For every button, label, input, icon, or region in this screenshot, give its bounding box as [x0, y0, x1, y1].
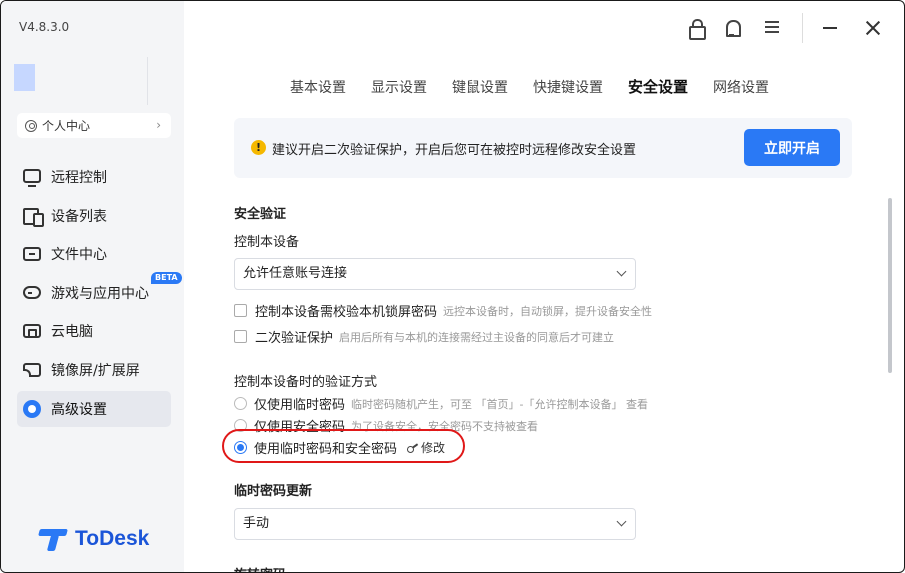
sidebar-item-advanced-settings[interactable]: 高级设置	[17, 390, 171, 427]
remote-control-icon	[23, 169, 41, 187]
next-section-title: 旋转密码	[234, 564, 286, 572]
sidebar-item-label: 游戏与应用中心	[51, 285, 149, 302]
sidebar-item-device-list[interactable]: 设备列表	[17, 198, 171, 234]
lock-screen-password-option[interactable]: 控制本设备需校验本机锁屏密码 远控本设备时，自动锁屏，提升设备安全性	[234, 301, 652, 320]
notice-text: 建议开启二次验证保护，开启后您可在被控时远程修改安全设置	[272, 143, 637, 158]
control-device-select[interactable]: 允许任意账号连接	[234, 258, 636, 290]
gear-icon	[23, 399, 41, 418]
sidebar-item-label: 文件中心	[51, 247, 107, 264]
enable-now-button[interactable]: 立即开启	[744, 129, 840, 166]
twofa-label: 二次验证保护	[255, 331, 334, 346]
settings-tabs: 基本设置 显示设置 键鼠设置 快捷键设置 安全设置 网络设置	[290, 77, 794, 97]
folder-icon	[23, 247, 41, 262]
gamepad-icon	[23, 286, 41, 300]
auth-option-hint: 临时密码随机产生，可至 「首页」-「允许控制本设备」 查看	[351, 397, 648, 411]
app-window: V4.8.3.0 个人中心 › 远程控制 设备列表 文件中心 游戏与应用中心 B…	[0, 0, 905, 573]
tab-security-settings[interactable]: 安全设置	[628, 76, 688, 97]
section-title-temp-password-update: 临时密码更新	[234, 484, 313, 499]
avatar[interactable]	[14, 64, 35, 91]
sidebar-nav: 远程控制 设备列表 文件中心 游戏与应用中心 BETA 云电脑 镜像屏/扩展屏 …	[17, 159, 182, 429]
lock-screen-password-checkbox[interactable]	[234, 304, 247, 317]
chevron-down-icon	[616, 266, 627, 277]
lock-icon[interactable]	[687, 18, 707, 40]
close-icon[interactable]	[863, 18, 883, 38]
sidebar-item-file-center[interactable]: 文件中心	[17, 236, 171, 272]
sidebar-item-label: 高级设置	[51, 401, 107, 418]
tab-shortcut-settings[interactable]: 快捷键设置	[533, 77, 603, 97]
user-icon	[25, 119, 37, 132]
twofa-checkbox[interactable]	[234, 330, 247, 343]
auth-option-temp-only-radio[interactable]	[234, 397, 247, 410]
content-scrollbar[interactable]	[888, 198, 892, 373]
warning-icon: !	[251, 140, 266, 155]
todesk-logo-icon	[39, 527, 69, 551]
control-device-label: 控制本设备	[234, 235, 300, 250]
sidebar-item-screen-cast[interactable]: 镜像屏/扩展屏	[17, 352, 171, 388]
section-title-security: 安全验证	[234, 207, 287, 222]
lock-screen-password-hint: 远控本设备时，自动锁屏，提升设备安全性	[443, 304, 653, 318]
lock-screen-password-label: 控制本设备需校验本机锁屏密码	[255, 305, 438, 320]
logo-text: ToDesk	[75, 527, 150, 550]
sidebar-item-remote-control[interactable]: 远程控制	[17, 159, 171, 195]
auth-option-label: 仅使用临时密码	[254, 398, 346, 413]
profile-center-label: 个人中心	[42, 119, 91, 133]
todesk-logo: ToDesk	[39, 527, 149, 551]
highlight-annotation	[222, 429, 465, 463]
tab-network-settings[interactable]: 网络设置	[713, 77, 769, 97]
sidebar: V4.8.3.0 个人中心 › 远程控制 设备列表 文件中心 游戏与应用中心 B…	[1, 1, 184, 572]
menu-icon[interactable]	[763, 18, 783, 38]
titlebar-divider	[802, 13, 803, 43]
screen-cast-icon	[23, 362, 41, 377]
temp-password-update-select-value: 手动	[243, 516, 270, 531]
device-list-icon	[23, 207, 44, 227]
sidebar-item-label: 云电脑	[51, 324, 93, 341]
sidebar-item-label: 设备列表	[51, 208, 107, 225]
auth-option-temp-only[interactable]: 仅使用临时密码 临时密码随机产生，可至 「首页」-「允许控制本设备」 查看	[234, 394, 648, 413]
minimize-icon[interactable]	[821, 18, 841, 38]
tab-display-settings[interactable]: 显示设置	[371, 77, 427, 97]
auth-method-label: 控制本设备时的验证方式	[234, 375, 378, 390]
tab-keyboard-mouse-settings[interactable]: 键鼠设置	[452, 77, 508, 97]
sidebar-item-label: 镜像屏/扩展屏	[51, 362, 140, 379]
bell-icon[interactable]	[723, 18, 743, 38]
divider	[147, 57, 148, 105]
control-device-select-value: 允许任意账号连接	[243, 266, 348, 281]
beta-badge: BETA	[151, 271, 182, 284]
chevron-right-icon: ›	[156, 118, 161, 132]
tab-basic-settings[interactable]: 基本设置	[290, 77, 346, 97]
temp-password-update-select[interactable]: 手动	[234, 508, 636, 540]
twofa-notice-banner: ! 建议开启二次验证保护，开启后您可在被控时远程修改安全设置 立即开启	[234, 118, 852, 178]
sidebar-item-game-app-center[interactable]: 游戏与应用中心 BETA	[17, 271, 182, 311]
chevron-down-icon	[616, 516, 627, 527]
twofa-option[interactable]: 二次验证保护 启用后所有与本机的连接需经过主设备的同意后才可建立	[234, 327, 614, 346]
sidebar-item-label: 远程控制	[51, 170, 107, 186]
sidebar-item-cloud-pc[interactable]: 云电脑	[17, 313, 171, 349]
version-label: V4.8.3.0	[19, 20, 70, 34]
twofa-hint: 启用后所有与本机的连接需经过主设备的同意后才可建立	[339, 330, 615, 344]
profile-center-button[interactable]: 个人中心 ›	[17, 113, 171, 138]
cloud-pc-icon	[23, 324, 41, 339]
